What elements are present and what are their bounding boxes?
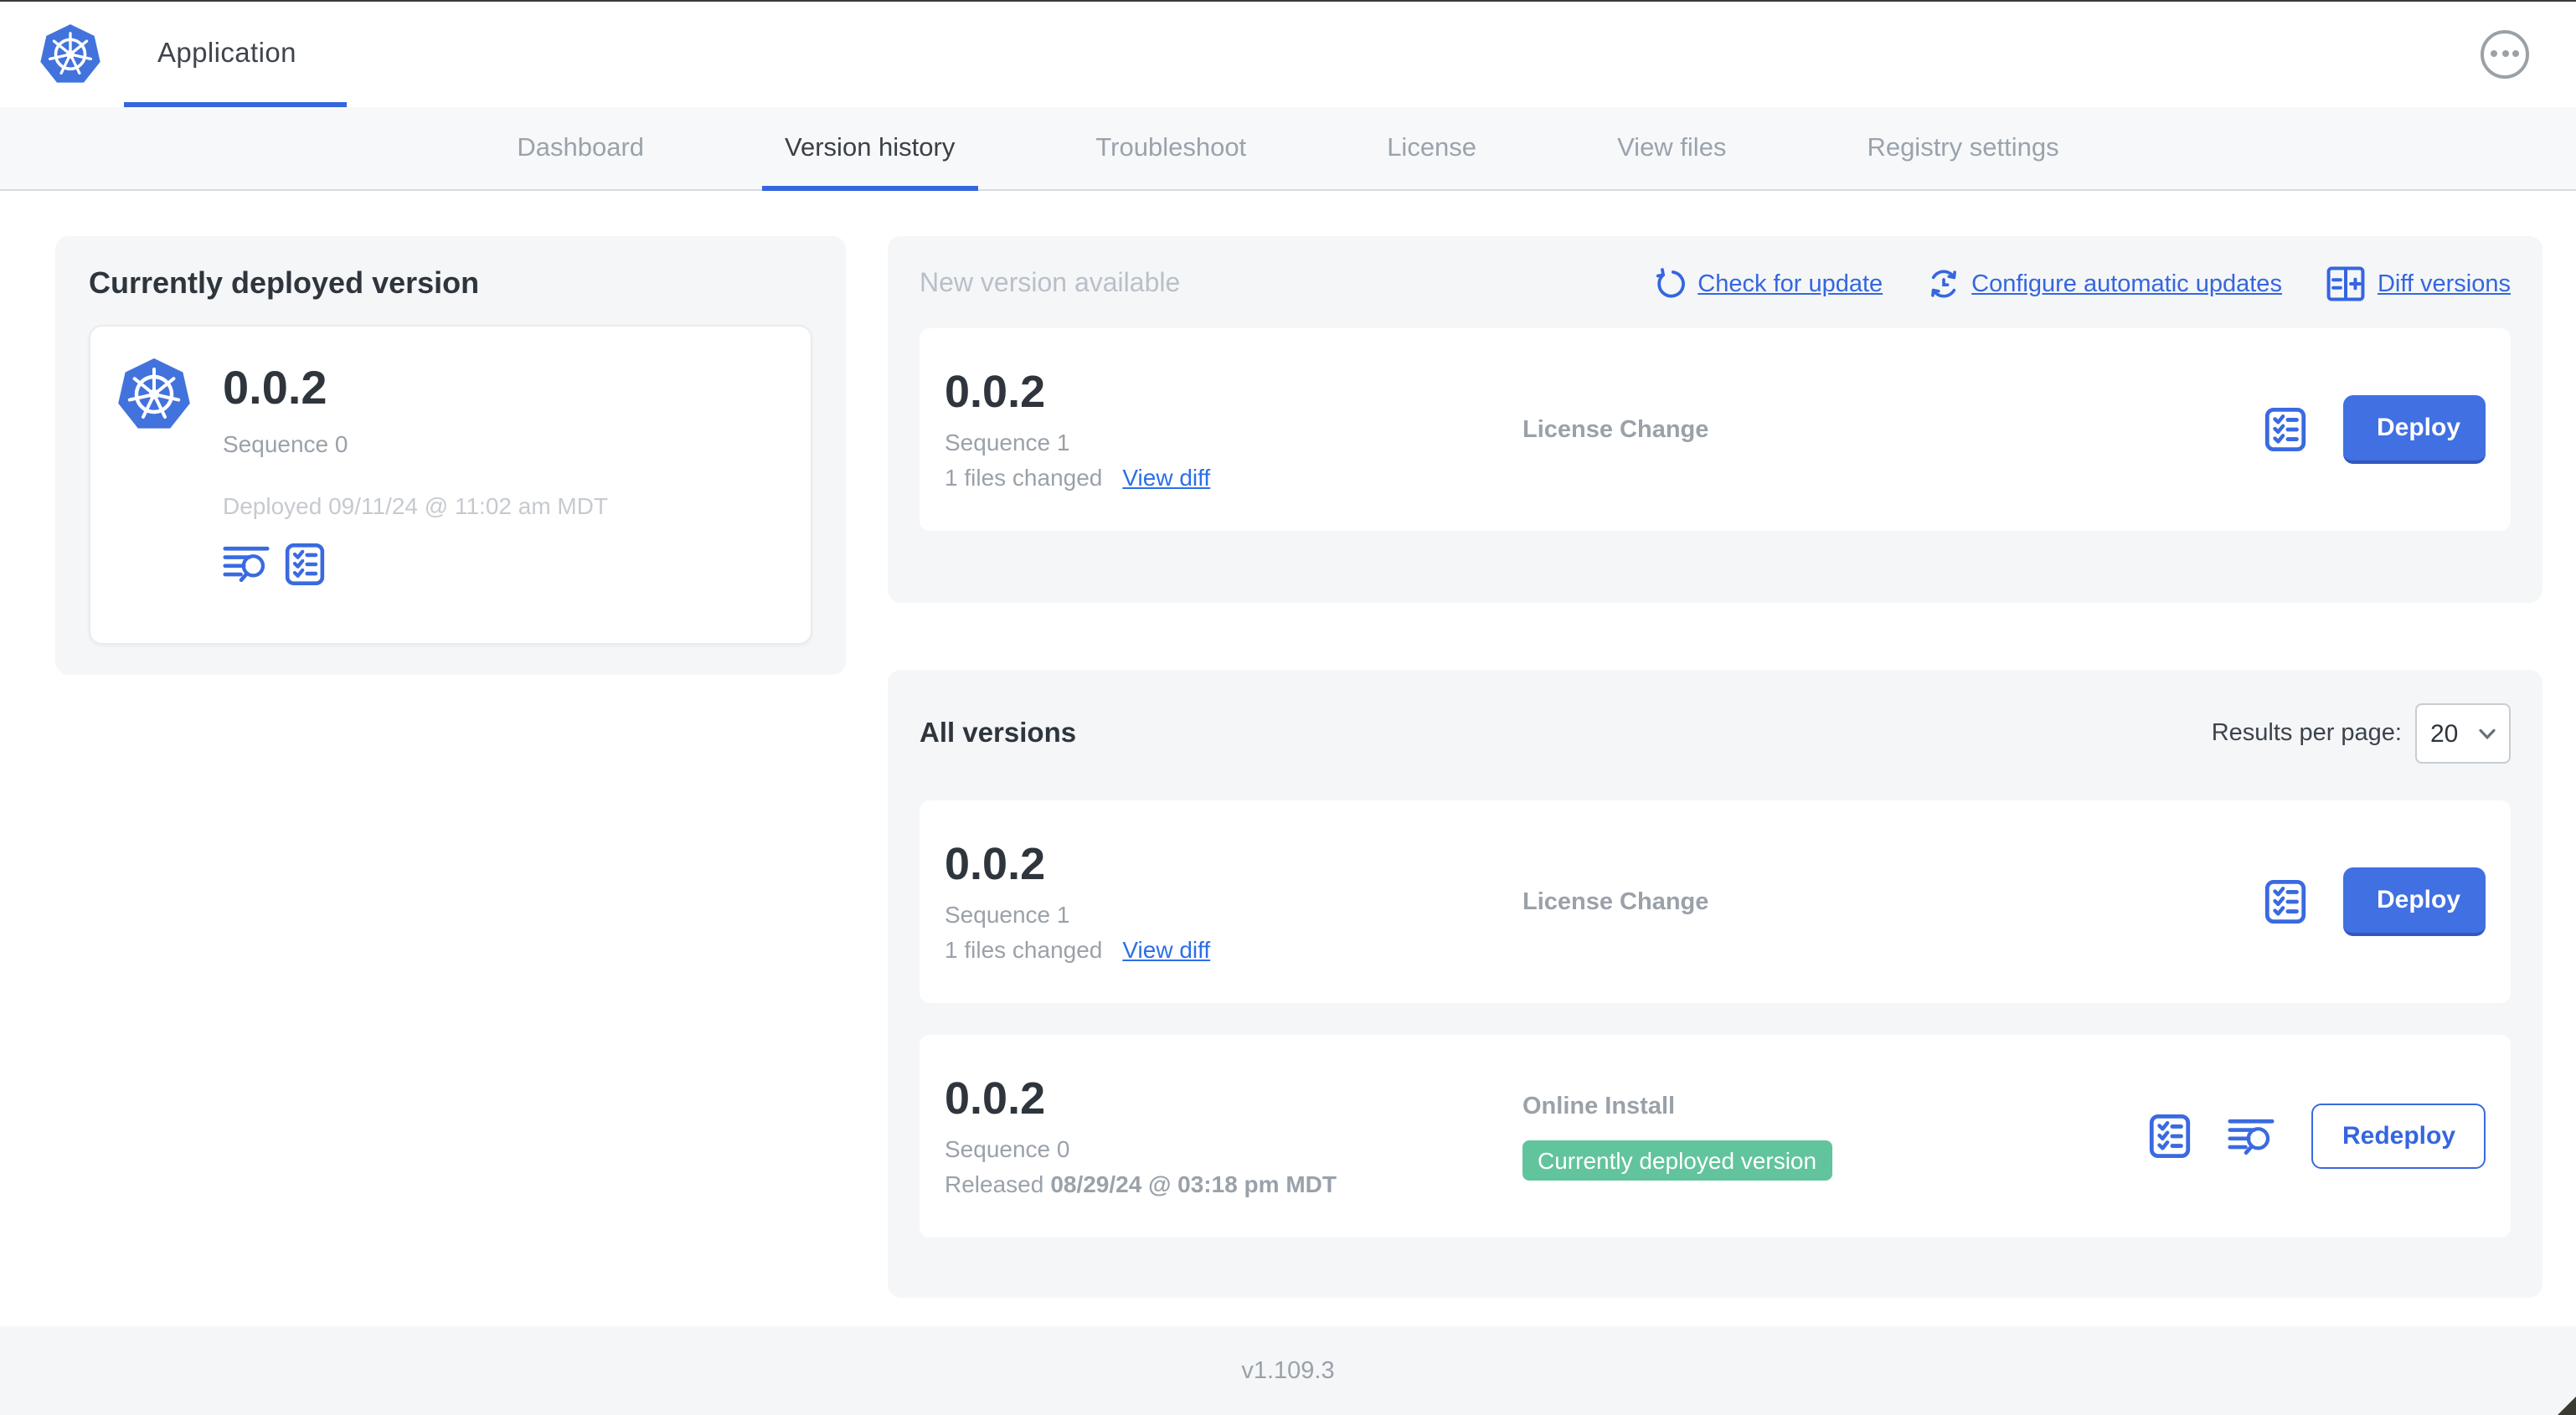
- version-number: 0.0.2: [945, 367, 1046, 418]
- chevron-down-icon: [2479, 728, 2496, 739]
- currently-deployed-card: 0.0.2 Sequence 0 Deployed 09/11/24 @ 11:…: [89, 325, 812, 645]
- diff-versions-link[interactable]: Diff versions: [2327, 266, 2511, 301]
- diff-columns-icon: [2327, 266, 2366, 301]
- footer: v1.109.3: [0, 1326, 2576, 1415]
- files-changed-label: 1 files changed: [945, 463, 1103, 491]
- preflight-checklist-icon[interactable]: [2264, 407, 2306, 452]
- tab-troubleshoot[interactable]: Troubleshoot: [1072, 107, 1270, 189]
- section-nav: Dashboard Version history Troubleshoot L…: [0, 107, 2576, 191]
- all-versions-panel: All versions Results per page: 20 0.0.2 …: [888, 670, 2543, 1298]
- deploy-button[interactable]: Deploy: [2343, 867, 2486, 936]
- ellipsis-menu-icon[interactable]: [2481, 29, 2529, 78]
- current-version-number: 0.0.2: [223, 362, 327, 414]
- tab-version-history[interactable]: Version history: [761, 107, 978, 191]
- main-content: Currently deployed version 0.0.2 Sequenc…: [0, 191, 2576, 1328]
- results-per-page-label: Results per page:: [2211, 720, 2402, 747]
- preflight-checklist-icon[interactable]: [2150, 1114, 2192, 1159]
- tab-license[interactable]: License: [1363, 107, 1500, 189]
- view-diff-link[interactable]: View diff: [1122, 463, 1210, 490]
- tab-view-files[interactable]: View files: [1594, 107, 1749, 189]
- new-version-title: New version available: [920, 269, 1181, 297]
- version-sequence: Sequence 1: [945, 428, 1070, 455]
- tab-registry-settings[interactable]: Registry settings: [1843, 107, 2082, 189]
- current-deployed-timestamp: Deployed 09/11/24 @ 11:02 am MDT: [223, 491, 609, 519]
- configure-automatic-updates-link[interactable]: Configure automatic updates: [1928, 268, 2282, 300]
- version-sequence: Sequence 0: [945, 1135, 1070, 1162]
- version-row: 0.0.2 Sequence 0 Released 08/29/24 @ 03:1…: [920, 1035, 2511, 1237]
- version-source-label: License Change: [1522, 416, 1709, 443]
- app-tab-active-underline: [124, 102, 347, 107]
- preflight-checklist-icon[interactable]: [285, 543, 325, 586]
- redeploy-button[interactable]: Redeploy: [2311, 1104, 2486, 1169]
- new-version-panel: New version available Check for update C…: [888, 236, 2543, 603]
- currently-deployed-title: Currently deployed version: [89, 266, 480, 300]
- version-released-timestamp: Released 08/29/24 @ 03:18 pm MDT: [945, 1170, 1337, 1197]
- app-tab-label[interactable]: Application: [157, 38, 296, 69]
- deploy-button[interactable]: Deploy: [2343, 395, 2486, 464]
- all-versions-title: All versions: [920, 718, 1077, 748]
- version-row: 0.0.2 Sequence 1 1 files changed View di…: [920, 800, 2511, 1003]
- kubernetes-logo-icon: [114, 353, 194, 616]
- right-column: New version available Check for update C…: [888, 236, 2543, 1328]
- current-sequence: Sequence 0: [223, 430, 348, 457]
- refresh-icon: [1654, 268, 1686, 300]
- check-for-update-link[interactable]: Check for update: [1654, 268, 1883, 300]
- tab-dashboard[interactable]: Dashboard: [493, 107, 667, 189]
- currently-deployed-panel: Currently deployed version 0.0.2 Sequenc…: [55, 236, 846, 675]
- logs-icon[interactable]: [2228, 1115, 2275, 1157]
- admin-console-page: Application Dashboard Version history Tr…: [0, 0, 2576, 1415]
- window-top-edge: [0, 0, 2576, 2]
- version-number: 0.0.2: [945, 839, 1046, 890]
- version-source-label: License Change: [1522, 888, 1709, 915]
- kubernetes-logo-icon: [37, 20, 104, 87]
- version-number: 0.0.2: [945, 1073, 1046, 1124]
- currently-deployed-badge: Currently deployed version: [1522, 1140, 1832, 1180]
- results-per-page-select[interactable]: 20: [2415, 703, 2511, 764]
- version-sequence: Sequence 1: [945, 900, 1070, 928]
- files-changed-label: 1 files changed: [945, 935, 1103, 963]
- new-version-card: 0.0.2 Sequence 1 1 files changed View di…: [920, 328, 2511, 531]
- auto-update-clock-icon: [1928, 268, 1960, 300]
- console-version-label: v1.109.3: [1241, 1357, 1335, 1384]
- view-diff-link[interactable]: View diff: [1122, 935, 1210, 962]
- top-bar: Application: [0, 0, 2576, 107]
- preflight-checklist-icon[interactable]: [2264, 879, 2306, 924]
- logs-icon[interactable]: [223, 543, 270, 586]
- version-source-label: Online Install: [1522, 1093, 1676, 1119]
